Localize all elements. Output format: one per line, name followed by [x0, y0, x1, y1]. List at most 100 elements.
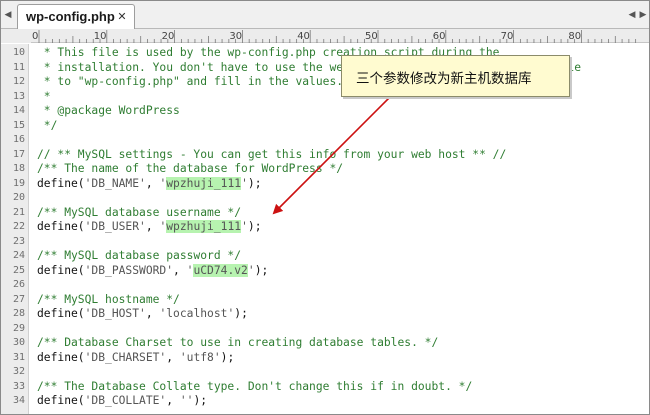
- code-token: 'DB_HOST': [84, 307, 146, 320]
- code-line[interactable]: /** MySQL database username */: [37, 206, 241, 221]
- ruler-label: 20: [162, 31, 175, 42]
- tab-bar: ◀ ◀ ▶ wp-config.php ✕: [1, 1, 649, 29]
- line-number: 32: [12, 366, 25, 377]
- code-token: /** MySQL hostname */: [37, 292, 180, 306]
- line-number: 22: [12, 221, 25, 232]
- code-line[interactable]: define('DB_HOST', 'localhost');: [37, 307, 248, 322]
- tab-scroll-right-icon[interactable]: ▶: [638, 9, 648, 21]
- code-line[interactable]: /** MySQL hostname */: [37, 293, 180, 308]
- close-icon[interactable]: ✕: [116, 11, 128, 23]
- code-line[interactable]: */: [37, 118, 58, 134]
- code-token: define(: [37, 220, 85, 233]
- code-area[interactable]: * This file is used by the wp-config.php…: [29, 44, 649, 414]
- code-line[interactable]: /** MySQL database password */: [37, 249, 241, 264]
- column-ruler: 0 10 20 30 40 50 60 70 80: [1, 29, 649, 43]
- code-token: );: [247, 220, 262, 233]
- code-token: */: [37, 118, 58, 132]
- code-token: 'utf8': [179, 350, 221, 364]
- code-editor[interactable]: 10 11 12 13 14 15 16 17 18 19 20 21 22 23 24 25 26 27 28 29…: [1, 44, 649, 414]
- ruler-label: 50: [365, 31, 378, 42]
- line-number: 16: [12, 134, 25, 145]
- code-token: define(: [37, 394, 85, 407]
- line-number: 17: [12, 148, 25, 160]
- code-token: ,: [145, 220, 160, 233]
- ruler-label: 0: [32, 31, 38, 42]
- code-token: );: [220, 350, 235, 364]
- line-number: 13: [12, 90, 25, 102]
- code-line[interactable]: *: [37, 90, 51, 105]
- line-number: 28: [12, 308, 25, 319]
- code-token: 'DB_PASSWORD': [84, 263, 174, 277]
- code-token: ': [241, 220, 248, 233]
- code-line[interactable]: * @package WordPress: [37, 104, 180, 119]
- code-line[interactable]: /** The name of the database for WordPre…: [37, 162, 343, 177]
- tab-scroll-left-icon[interactable]: ◀: [3, 9, 13, 21]
- code-line[interactable]: /** The Database Collate type. Don't cha…: [37, 380, 472, 395]
- line-number: 19: [12, 177, 25, 189]
- code-token: /** The Database Collate type. Don't cha…: [37, 379, 473, 393]
- line-number: 12: [12, 76, 25, 87]
- code-token: ': [241, 176, 248, 190]
- code-line[interactable]: define('DB_USER', 'wpzhuji_111');: [37, 220, 262, 235]
- code-token: );: [254, 263, 269, 277]
- code-token: );: [234, 307, 248, 320]
- code-line[interactable]: // ** MySQL settings - You can get this …: [37, 148, 506, 163]
- line-number: 25: [12, 264, 25, 276]
- callout-text: 三个参数修改为新主机数据库: [356, 71, 532, 87]
- editor-window: ◀ ◀ ▶ wp-config.php ✕ 0 10 20 30 40 50 60 70 80 …: [0, 0, 650, 415]
- line-number: 24: [12, 250, 25, 261]
- ruler-label: 60: [433, 31, 446, 42]
- line-number: 34: [12, 395, 25, 406]
- code-token: 'DB_CHARSET': [84, 350, 167, 364]
- code-token: *: [37, 89, 51, 103]
- line-number: 15: [12, 119, 25, 131]
- code-token: ,: [145, 176, 160, 190]
- code-token: 'DB_NAME': [84, 176, 146, 190]
- code-token: define(: [37, 176, 85, 190]
- code-token: define(: [37, 263, 85, 277]
- code-token: ,: [173, 263, 187, 277]
- code-line[interactable]: define('DB_CHARSET', 'utf8');: [37, 351, 234, 366]
- code-token: ,: [166, 394, 180, 407]
- ruler-gutter: [1, 29, 31, 43]
- tab-scroll-left-icon-right[interactable]: ◀: [627, 9, 637, 21]
- line-number: 20: [12, 192, 25, 203]
- code-token: // ** MySQL settings - You can get this …: [37, 147, 507, 161]
- line-number: 14: [12, 105, 25, 116]
- ruler-label: 80: [568, 31, 581, 42]
- code-token: ,: [166, 350, 180, 364]
- code-token: * to "wp-config.php" and fill in the val…: [37, 75, 344, 88]
- ruler-label: 30: [229, 31, 242, 42]
- ruler-ticks: 0 10 20 30 40 50 60 70 80: [32, 30, 637, 43]
- code-token: 'DB_USER': [84, 220, 146, 233]
- highlighted-value: uCD74.v2: [193, 263, 248, 277]
- ruler-label: 10: [94, 31, 107, 42]
- code-token: '': [179, 394, 194, 407]
- code-token: /** Database Charset to use in creating …: [37, 336, 439, 349]
- line-number: 26: [12, 279, 25, 290]
- code-line[interactable]: define('DB_COLLATE', '');: [37, 394, 207, 409]
- code-line[interactable]: define('DB_NAME', 'wpzhuji_111');: [37, 176, 262, 192]
- code-token: 'DB_COLLATE': [84, 394, 167, 407]
- code-token: define(: [37, 307, 85, 320]
- code-line[interactable]: define('DB_PASSWORD', 'uCD74.v2');: [37, 263, 269, 279]
- code-line[interactable]: /** Database Charset to use in creating …: [37, 336, 438, 351]
- line-number: 30: [12, 337, 25, 348]
- code-token: define(: [37, 350, 85, 364]
- code-token: /** MySQL database username */: [37, 205, 242, 219]
- code-line[interactable]: * to "wp-config.php" and fill in the val…: [37, 75, 343, 90]
- annotation-callout: 三个参数修改为新主机数据库: [341, 55, 570, 97]
- line-number: 31: [12, 351, 25, 363]
- line-number: 18: [12, 163, 25, 174]
- tab-title: wp-config.php: [26, 9, 115, 24]
- line-number: 21: [12, 206, 25, 218]
- code-token: );: [193, 394, 208, 407]
- tab-wp-config[interactable]: wp-config.php ✕: [17, 4, 135, 29]
- line-number: 33: [12, 380, 25, 392]
- line-number: 29: [12, 322, 25, 334]
- code-token: /** MySQL database password */: [37, 249, 242, 262]
- line-number: 11: [12, 61, 25, 73]
- line-number-gutter: 10 11 12 13 14 15 16 17 18 19 20 21 22 23 24 25 26 27 28 29…: [1, 44, 29, 414]
- line-number: 27: [12, 293, 25, 305]
- line-number: 23: [12, 235, 25, 247]
